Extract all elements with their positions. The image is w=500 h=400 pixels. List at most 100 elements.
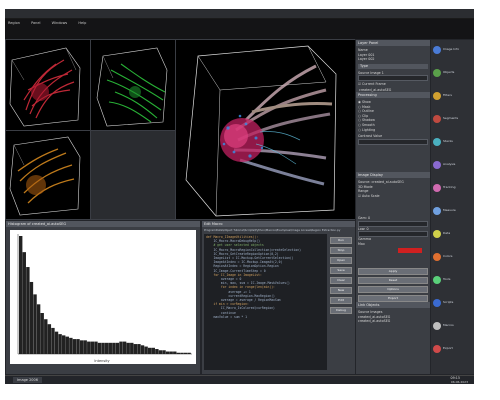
tool-label: Tracking	[443, 185, 456, 189]
red-channel-viewport[interactable]	[5, 39, 91, 131]
tool-item-stacks[interactable]: Stacks	[433, 136, 473, 156]
taskbar: Image 2006 09:15 06.06.2023	[5, 375, 474, 384]
link-item-2[interactable]: created_ai.autoSEG	[358, 319, 428, 324]
editor-button-stop[interactable]: Stop	[330, 247, 352, 254]
tool-label: Colors	[443, 254, 453, 258]
orange-volume-render	[9, 136, 81, 216]
row-layer-2[interactable]: Layer 002	[358, 57, 428, 62]
menu-windows[interactable]: Windows	[52, 21, 68, 25]
histogram-bar	[101, 342, 105, 354]
tool-label: Image Info	[443, 47, 460, 51]
histogram-bar	[122, 341, 127, 354]
tool-icon	[433, 184, 441, 192]
histogram-bar	[76, 339, 80, 354]
tool-item-data[interactable]: Data	[433, 228, 473, 248]
histogram-bar	[26, 267, 30, 354]
menu-panel[interactable]: Panel	[31, 21, 40, 25]
tool-item-image-info[interactable]: Image Info	[433, 44, 473, 64]
menu-help[interactable]: Help	[78, 21, 86, 25]
panel-title: Layer Panel	[356, 40, 430, 46]
tool-item-tracking[interactable]: Tracking	[433, 182, 473, 202]
empty-viewport[interactable]	[90, 130, 176, 220]
main-volume-render	[185, 45, 337, 217]
editor-button-save[interactable]: Save	[330, 267, 352, 274]
histogram-bar	[119, 341, 123, 354]
editor-button-clear[interactable]: Clear	[330, 277, 352, 284]
orange-channel-viewport[interactable]	[5, 130, 91, 220]
numeric-max[interactable]: Max	[358, 242, 428, 247]
processing-options: ◉ Show ○ Mask ○ Outline ○ Clip ○ Shadow …	[358, 100, 428, 145]
histogram-bar	[151, 347, 155, 354]
taskbar-start[interactable]: Image 2006	[13, 377, 42, 383]
tool-label: Tools	[443, 277, 451, 281]
histogram-bar	[115, 342, 120, 354]
reset-button[interactable]: Reset	[358, 277, 428, 284]
tool-label: Stacks	[443, 139, 453, 143]
menu-bar: Region Panel Windows Help	[5, 9, 474, 25]
histogram-bar	[33, 294, 37, 354]
properties-panel: Layer Panel Name Layer 001 Layer 002 Typ…	[355, 39, 431, 375]
tool-icon	[433, 46, 441, 54]
histogram-bar	[40, 313, 44, 354]
tool-item-objects[interactable]: Objects	[433, 67, 473, 87]
histogram-bar	[148, 347, 152, 354]
tool-label: Segments	[443, 116, 459, 120]
tool-item-export[interactable]: Export	[433, 343, 473, 363]
editor-button-edit[interactable]: Edit	[330, 297, 352, 304]
histogram-plot[interactable]: Intensity	[10, 230, 196, 364]
histogram-bar	[158, 350, 163, 354]
current-frame-checkbox[interactable]: ☑ Current Frame	[358, 82, 428, 87]
histogram-panel: Histogram of created_ai.autoSEG Intensit…	[5, 220, 201, 375]
panel-buttons: Apply Reset Options Export	[358, 268, 428, 302]
tool-icon	[433, 230, 441, 238]
export-button[interactable]: Export	[358, 295, 428, 302]
green-volume-render	[96, 47, 168, 127]
options-button[interactable]: Options	[358, 286, 428, 293]
tool-item-scripts[interactable]: Scripts	[433, 297, 473, 317]
histogram-bar	[94, 341, 98, 354]
histogram-bar	[183, 352, 188, 354]
tool-icon	[433, 138, 441, 146]
tool-item-colors[interactable]: Colors	[433, 251, 473, 271]
editor-button-open[interactable]: Open	[330, 257, 352, 264]
tool-item-segments[interactable]: Segments	[433, 113, 473, 133]
histogram-bar	[51, 327, 55, 354]
image-display-rows: Source: created_ai.autoSEG 3D Mode Range…	[358, 180, 428, 198]
editor-path: ProgramData\Object Tutorial\Scripts\Pyth…	[204, 228, 341, 232]
histogram-bar	[169, 351, 173, 354]
tool-icon	[433, 115, 441, 123]
histogram-bar	[62, 335, 66, 354]
tool-item-analysis[interactable]: Analysis	[433, 159, 473, 179]
apply-button[interactable]: Apply	[358, 268, 428, 275]
histogram-bar	[72, 339, 77, 354]
histogram-bar	[126, 342, 130, 354]
editor-button-debug[interactable]: Debug	[330, 307, 352, 314]
type-header: Type	[358, 63, 428, 69]
tool-item-tools[interactable]: Tools	[433, 274, 473, 294]
editor-button-new[interactable]: New	[330, 287, 352, 294]
histogram-bar	[176, 352, 181, 354]
option-lighting[interactable]: ○ Lighting	[358, 128, 428, 133]
source-field[interactable]: created_ai.autoSEG	[358, 75, 428, 92]
histogram-bar	[44, 319, 48, 354]
green-channel-viewport[interactable]	[90, 39, 176, 131]
script-editor-panel: Edit Macro ProgramData\Object Tutorial\S…	[201, 220, 356, 375]
code-area[interactable]: def Macro_IImageUtilities(): IC_Macro.Ma…	[204, 234, 327, 370]
tool-item-filters[interactable]: Filters	[433, 90, 473, 110]
taskbar-date: 06.06.2023	[450, 380, 468, 384]
display-auto-scale[interactable]: ☑ Auto Scale	[358, 194, 428, 199]
histogram-bar	[108, 342, 112, 354]
editor-button-run[interactable]: Run	[330, 237, 352, 244]
tool-icon	[433, 207, 441, 215]
menu-region[interactable]: Region	[8, 21, 20, 25]
tool-item-measure[interactable]: Measure	[433, 205, 473, 225]
editor-title: Edit Macro	[202, 221, 355, 227]
tool-item-macros[interactable]: Macros	[433, 320, 473, 340]
contrast-field[interactable]	[358, 138, 428, 145]
histogram-bar	[58, 334, 62, 354]
numeric-controls: Gam: 0 Low: 0 Gamma Max	[358, 216, 428, 255]
histogram-bar	[29, 281, 34, 354]
main-3d-viewport[interactable]	[175, 39, 356, 220]
histogram-bar	[22, 252, 26, 354]
color-swatch[interactable]	[398, 248, 422, 254]
